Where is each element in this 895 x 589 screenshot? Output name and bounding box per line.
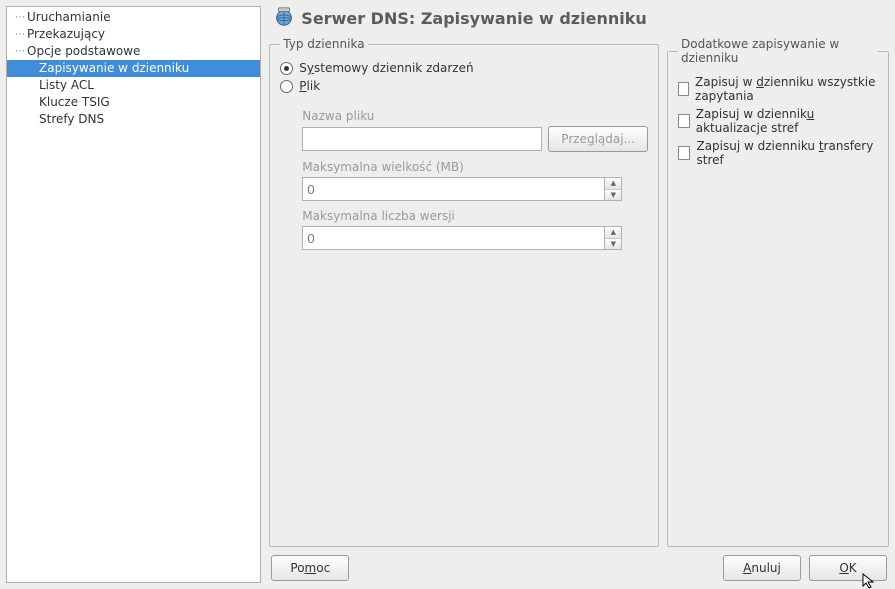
sidebar-item-zones[interactable]: Strefy DNS: [7, 111, 260, 128]
radio-system-log[interactable]: [280, 62, 293, 75]
group-additional-logging: Dodatkowe zapisywanie w dzienniku Zapisu…: [667, 37, 889, 547]
page-title: Serwer DNS: Zapisywanie w dzienniku: [301, 9, 646, 28]
sidebar-item-acl[interactable]: Listy ACL: [7, 77, 260, 94]
sidebar: Uruchamianie Przekazujący Opcje podstawo…: [0, 0, 267, 589]
input-filename[interactable]: [302, 127, 542, 151]
spin-max-size[interactable]: ▲▼: [302, 177, 622, 201]
check-log-transfers-label: Zapisuj w dzienniku transfery stref: [696, 139, 878, 167]
browse-button[interactable]: Przeglądaj...: [548, 126, 648, 152]
label-max-versions: Maksymalna liczba wersji: [302, 209, 648, 223]
page-header: Serwer DNS: Zapisywanie w dzienniku: [269, 6, 889, 37]
sidebar-item-start[interactable]: Uruchamianie: [7, 9, 260, 26]
nav-tree[interactable]: Uruchamianie Przekazujący Opcje podstawo…: [6, 6, 261, 583]
sidebar-item-basic-options[interactable]: Opcje podstawowe: [7, 43, 260, 60]
radio-file-log-label: Plik: [299, 79, 320, 93]
cancel-button[interactable]: Anuluj: [723, 555, 801, 581]
check-log-queries-label: Zapisuj w dzienniku wszystkie zapytania: [695, 75, 878, 103]
ok-button[interactable]: OK: [809, 555, 887, 581]
check-log-queries[interactable]: [678, 82, 689, 96]
spin-max-size-buttons[interactable]: ▲▼: [604, 177, 622, 201]
input-max-versions[interactable]: [302, 226, 604, 250]
spin-max-versions[interactable]: ▲▼: [302, 226, 622, 250]
dns-icon: [273, 6, 295, 31]
group-additional-legend: Dodatkowe zapisywanie w dzienniku: [678, 37, 878, 65]
check-log-updates[interactable]: [678, 114, 690, 128]
help-button[interactable]: Pomoc: [271, 555, 349, 581]
footer: Pomoc Anuluj OK: [269, 547, 889, 583]
group-log-type-legend: Typ dziennika: [280, 37, 367, 51]
label-max-size: Maksymalna wielkość (MB): [302, 160, 648, 174]
check-log-transfers[interactable]: [678, 146, 690, 160]
sidebar-item-forwarders[interactable]: Przekazujący: [7, 26, 260, 43]
sidebar-item-logging[interactable]: Zapisywanie w dzienniku: [7, 60, 260, 77]
group-log-type: Typ dziennika Systemowy dziennik zdarzeń…: [269, 37, 659, 547]
sidebar-item-tsig[interactable]: Klucze TSIG: [7, 94, 260, 111]
check-log-updates-label: Zapisuj w dzienniku aktualizacje stref: [696, 107, 878, 135]
label-filename: Nazwa pliku: [302, 109, 648, 123]
radio-system-log-label: Systemowy dziennik zdarzeń: [299, 61, 473, 75]
spin-max-versions-buttons[interactable]: ▲▼: [604, 226, 622, 250]
radio-file-log[interactable]: [280, 80, 293, 93]
input-max-size[interactable]: [302, 177, 604, 201]
